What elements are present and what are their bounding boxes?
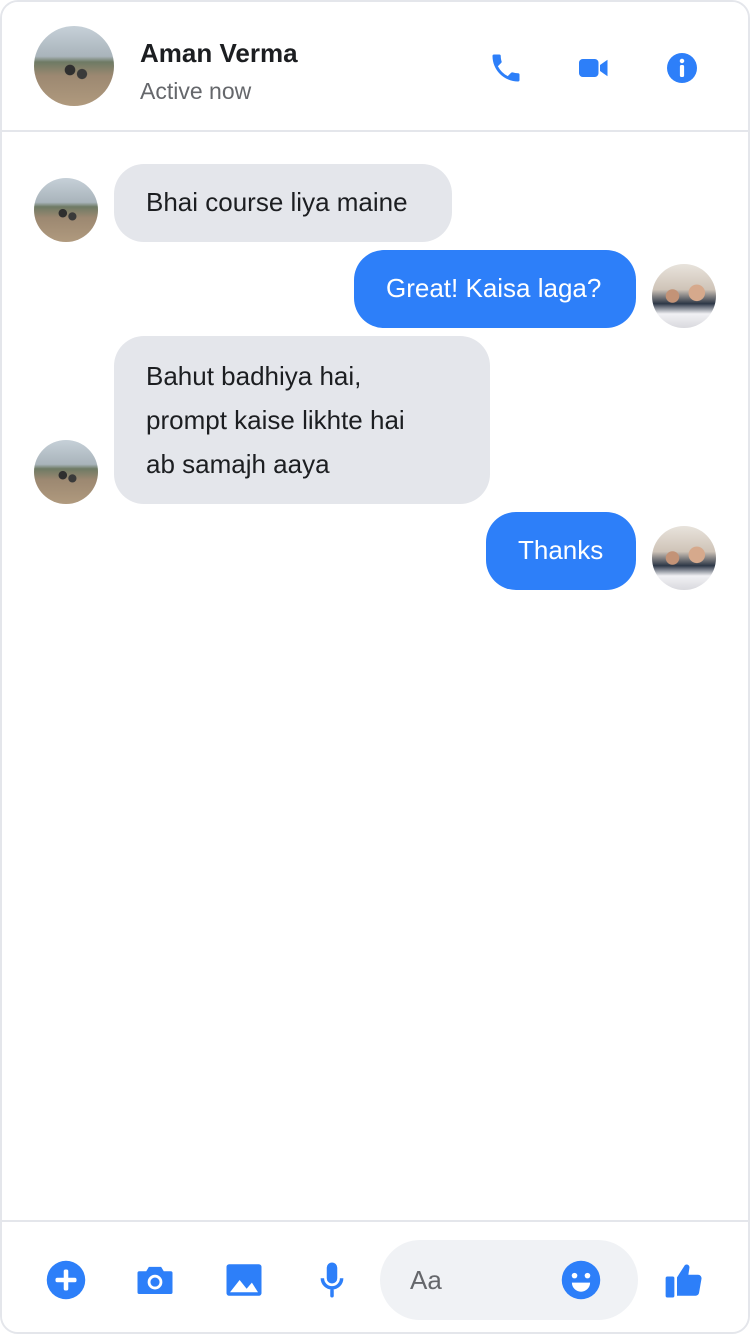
message-text: Bhai course liya maine <box>146 187 408 217</box>
message-text: Great! Kaisa laga? <box>386 273 602 303</box>
emoji-icon[interactable] <box>560 1259 602 1301</box>
contact-name[interactable]: Aman Verma <box>140 38 298 69</box>
contact-status: Active now <box>140 78 252 104</box>
message-bubble-incoming[interactable]: Bhai course liya maine <box>114 164 452 242</box>
message-bubble-incoming[interactable]: Bahut badhiya hai, prompt kaise likhte h… <box>114 336 490 504</box>
composer-bar <box>2 1220 748 1332</box>
camera-icon[interactable] <box>133 1258 177 1302</box>
my-avatar-small <box>652 526 716 590</box>
thumbs-up-icon[interactable] <box>662 1258 706 1302</box>
phone-icon[interactable] <box>486 48 526 88</box>
contact-avatar-small <box>34 178 98 242</box>
my-avatar-small <box>652 264 716 328</box>
message-text-line: prompt kaise likhte hai <box>146 405 405 435</box>
image-icon[interactable] <box>222 1258 266 1302</box>
message-text: Thanks <box>518 535 604 565</box>
chat-header: Aman Verma Active now <box>2 2 748 132</box>
info-icon[interactable] <box>662 48 702 88</box>
message-input[interactable] <box>410 1260 560 1300</box>
chat-window: Aman Verma Active now Bhai course liya m… <box>0 0 750 1334</box>
message-text-line: Bahut badhiya hai, <box>146 361 362 391</box>
message-input-box[interactable] <box>380 1240 638 1320</box>
contact-avatar[interactable] <box>34 26 114 106</box>
add-icon[interactable] <box>44 1258 88 1302</box>
contact-avatar-small <box>34 440 98 504</box>
message-text-line: ab samajh aaya <box>146 449 330 479</box>
microphone-icon[interactable] <box>310 1258 354 1302</box>
message-bubble-outgoing[interactable]: Thanks <box>486 512 636 590</box>
video-camera-icon[interactable] <box>574 48 614 88</box>
message-bubble-outgoing[interactable]: Great! Kaisa laga? <box>354 250 636 328</box>
